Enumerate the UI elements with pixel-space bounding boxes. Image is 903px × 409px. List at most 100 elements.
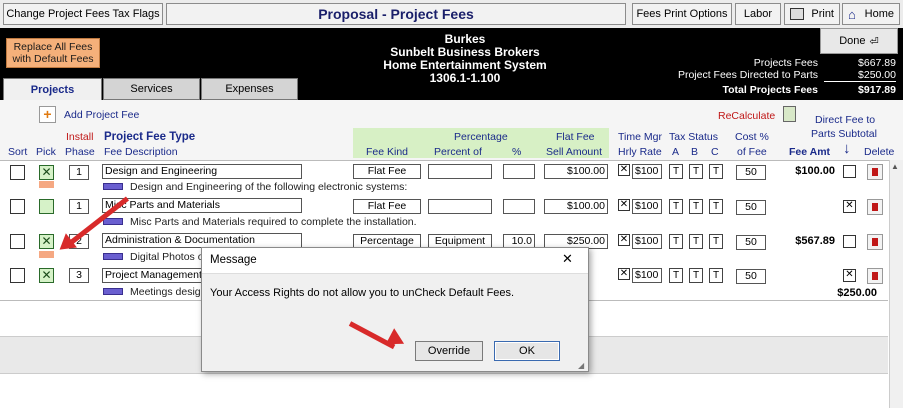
tax-b-toggle[interactable]: T — [689, 199, 703, 214]
parts-fee-amount: $250.00 — [837, 287, 877, 299]
tax-c-toggle[interactable]: T — [709, 268, 723, 283]
phase-input[interactable]: 3 — [69, 268, 89, 283]
change-tax-flags-button[interactable]: Change Project Fees Tax Flags — [3, 3, 163, 25]
fee-kind-select[interactable]: Flat Fee — [353, 199, 421, 214]
replace-all-fees-button[interactable]: Replace All Fees with Default Fees — [6, 38, 100, 68]
pencil-icon[interactable] — [103, 253, 123, 260]
pencil-icon[interactable] — [103, 288, 123, 295]
proposal-code: 1306.1-1.100 — [429, 71, 501, 85]
fee-description: Meetings desig — [130, 286, 201, 298]
cost-pct-input[interactable]: 50 — [736, 235, 766, 250]
percent-input[interactable] — [503, 199, 535, 214]
direct-to-parts-checkbox[interactable]: ✕ — [843, 269, 856, 282]
sort-checkbox[interactable] — [10, 268, 25, 283]
tab-projects[interactable]: Projects — [3, 78, 102, 100]
pencil-icon[interactable] — [103, 183, 123, 190]
col-install: Install — [66, 131, 94, 143]
delete-icon[interactable] — [867, 234, 883, 250]
down-arrow-icon: ↓ — [843, 140, 851, 157]
home-button[interactable]: ⌂ Home — [842, 3, 900, 25]
resize-grip-icon[interactable]: ◢ — [578, 361, 584, 370]
direct-to-parts-checkbox[interactable] — [843, 165, 856, 178]
system-name: Home Entertainment System — [383, 58, 547, 72]
percent-input[interactable] — [503, 164, 535, 179]
col-pct: % — [512, 146, 522, 158]
cost-pct-input[interactable]: 50 — [736, 269, 766, 284]
col-pick: Pick — [36, 146, 56, 158]
add-project-fee-link[interactable]: Add Project Fee — [64, 109, 139, 121]
done-button[interactable]: Done ⏎ — [820, 28, 898, 54]
tax-b-toggle[interactable]: T — [689, 164, 703, 179]
labor-button[interactable]: Labor — [735, 3, 781, 25]
direct-to-parts-checkbox[interactable] — [843, 235, 856, 248]
tax-b-toggle[interactable]: T — [689, 234, 703, 249]
cost-pct-input[interactable]: 50 — [736, 165, 766, 180]
sort-checkbox[interactable] — [10, 165, 25, 180]
tax-a-toggle[interactable]: T — [669, 268, 683, 283]
total-fees-label: Total Projects Fees — [722, 84, 818, 96]
tax-c-toggle[interactable]: T — [709, 164, 723, 179]
default-fee-marker — [39, 181, 54, 188]
fee-description: Misc Parts and Materials required to com… — [130, 216, 417, 228]
fee-type-input[interactable]: Project Management — [102, 268, 202, 283]
sell-amount-input[interactable]: $100.00 — [544, 199, 608, 214]
time-mgr-checkbox[interactable]: ✕ — [618, 268, 630, 280]
override-button[interactable]: Override — [415, 341, 483, 361]
cost-pct-input[interactable]: 50 — [736, 200, 766, 215]
tab-services[interactable]: Services — [103, 78, 200, 100]
hrly-rate-input[interactable]: $100 — [632, 268, 662, 283]
fees-print-options-button[interactable]: Fees Print Options — [632, 3, 732, 25]
pick-checkbox[interactable] — [39, 199, 54, 214]
tax-c-toggle[interactable]: T — [709, 234, 723, 249]
sort-checkbox[interactable] — [10, 234, 25, 249]
fee-kind-select[interactable]: Flat Fee — [353, 164, 421, 179]
phase-input[interactable]: 1 — [69, 199, 89, 214]
tax-a-toggle[interactable]: T — [669, 199, 683, 214]
phase-input[interactable]: 1 — [69, 165, 89, 180]
dialog-close-icon[interactable]: ✕ — [562, 251, 573, 267]
hrly-rate-input[interactable]: $100 — [632, 234, 662, 249]
ok-button[interactable]: OK — [494, 341, 560, 361]
col-tax-c: C — [711, 146, 719, 158]
delete-icon[interactable] — [867, 268, 883, 284]
time-mgr-checkbox[interactable]: ✕ — [618, 234, 630, 246]
col-time-mgr: Time Mgr — [618, 131, 662, 143]
time-mgr-checkbox[interactable]: ✕ — [618, 199, 630, 211]
pick-checkbox[interactable]: ✕ — [39, 234, 54, 249]
col-fee-kind: Fee Kind — [366, 146, 409, 158]
delete-icon[interactable] — [867, 199, 883, 215]
percent-of-select[interactable] — [428, 199, 492, 214]
direct-fee-header-2: Parts Subtotal — [811, 128, 877, 140]
pick-checkbox[interactable]: ✕ — [39, 268, 54, 283]
hrly-rate-input[interactable]: $100 — [632, 164, 662, 179]
col-fee-amt: Fee Amt — [789, 146, 831, 158]
direct-to-parts-checkbox[interactable]: ✕ — [843, 200, 856, 213]
tab-expenses[interactable]: Expenses — [201, 78, 298, 100]
tax-b-toggle[interactable]: T — [689, 268, 703, 283]
fee-type-input[interactable]: Misc Parts and Materials — [102, 198, 302, 213]
tax-a-toggle[interactable]: T — [669, 234, 683, 249]
sell-amount-input[interactable]: $100.00 — [544, 164, 608, 179]
fees-to-parts-value: $250.00 — [824, 69, 896, 82]
delete-icon[interactable] — [867, 164, 883, 180]
dialog-message: Your Access Rights do not allow you to u… — [210, 287, 515, 299]
recalculate-link[interactable]: ReCalculate — [718, 110, 775, 122]
add-fee-icon[interactable]: + — [39, 106, 56, 123]
calculator-icon[interactable] — [783, 106, 796, 122]
pick-checkbox[interactable]: ✕ — [39, 165, 54, 180]
hrly-rate-input[interactable]: $100 — [632, 199, 662, 214]
fee-type-input[interactable]: Design and Engineering — [102, 164, 302, 179]
home-icon: ⌂ — [848, 7, 856, 22]
tax-c-toggle[interactable]: T — [709, 199, 723, 214]
pencil-icon[interactable] — [103, 218, 123, 225]
vertical-scrollbar[interactable] — [889, 160, 903, 408]
col-hrly-rate: Hrly Rate — [618, 146, 662, 158]
scroll-up-icon[interactable]: ▲ — [891, 162, 899, 171]
percent-of-select[interactable] — [428, 164, 492, 179]
sort-checkbox[interactable] — [10, 199, 25, 214]
projects-fees-value: $667.89 — [858, 57, 896, 69]
print-button[interactable]: Print — [784, 3, 840, 25]
fee-type-input[interactable]: Administration & Documentation — [102, 233, 302, 248]
tax-a-toggle[interactable]: T — [669, 164, 683, 179]
time-mgr-checkbox[interactable]: ✕ — [618, 164, 630, 176]
